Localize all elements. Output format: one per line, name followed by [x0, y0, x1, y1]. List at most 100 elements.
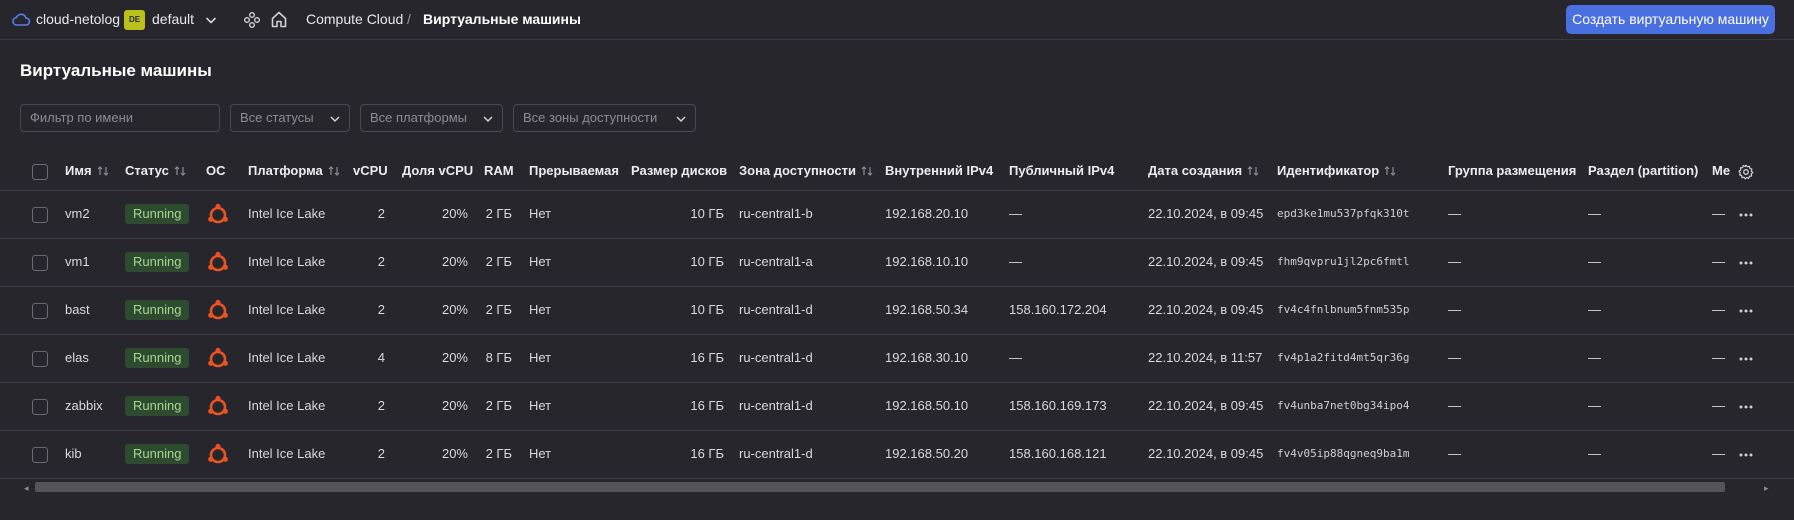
home-icon[interactable]	[270, 10, 288, 29]
row-checkbox[interactable]	[32, 207, 48, 223]
vm-zone: ru-central1-d	[739, 446, 813, 461]
vm-placement-group: —	[1448, 350, 1461, 365]
vm-disk-size: 10 ГБ	[690, 302, 724, 317]
vm-placement-group: —	[1448, 302, 1461, 317]
column-header-zone[interactable]: Зона доступности	[739, 163, 874, 178]
vm-ram: 2 ГБ	[485, 254, 512, 269]
vm-preemptible: Нет	[529, 446, 552, 461]
table-row[interactable]: zabbix Running Intel Ice Lake 2 20% 2 ГБ…	[0, 383, 1794, 431]
ubuntu-icon	[208, 251, 228, 272]
vm-internal-ip: 192.168.30.10	[885, 350, 969, 365]
vm-name[interactable]: bast	[65, 302, 90, 317]
column-header-id[interactable]: Идентификатор	[1277, 163, 1397, 178]
sort-icon[interactable]	[327, 164, 341, 178]
vm-disk-size: 16 ГБ	[690, 350, 724, 365]
name-filter-input[interactable]	[30, 110, 210, 125]
select-all-checkbox[interactable]	[32, 164, 48, 180]
folder-badge: DE	[124, 10, 145, 30]
cloud-icon[interactable]	[11, 11, 31, 29]
more-dots-icon[interactable]	[1738, 260, 1754, 266]
table-row[interactable]: vm2 Running Intel Ice Lake 2 20% 2 ГБ Не…	[0, 191, 1794, 239]
vm-more-col: —	[1712, 446, 1725, 461]
sort-icon[interactable]	[1383, 164, 1397, 178]
ubuntu-icon	[208, 203, 228, 224]
vm-ram: 2 ГБ	[485, 206, 512, 221]
column-header-name[interactable]: Имя	[65, 163, 110, 178]
more-dots-icon[interactable]	[1738, 308, 1754, 314]
more-dots-icon[interactable]	[1738, 404, 1754, 410]
vm-vcpu-share: 20%	[441, 398, 468, 413]
column-header-platform[interactable]: Платформа	[248, 163, 341, 178]
chevron-down-icon[interactable]	[203, 12, 219, 28]
gear-icon[interactable]	[1738, 164, 1754, 180]
vm-disk-size: 10 ГБ	[690, 206, 724, 221]
name-filter[interactable]	[20, 104, 220, 132]
table-row[interactable]: vm1 Running Intel Ice Lake 2 20% 2 ГБ Не…	[0, 239, 1794, 287]
vm-partition: —	[1588, 302, 1601, 317]
status-badge: Running	[125, 252, 190, 272]
status-badge: Running	[125, 300, 190, 320]
row-checkbox[interactable]	[32, 399, 48, 415]
cloud-name[interactable]: cloud-netolog	[36, 11, 120, 27]
status-badge: Running	[125, 444, 190, 464]
vm-vcpu: 2	[377, 254, 385, 269]
vm-internal-ip: 192.168.10.10	[885, 254, 969, 269]
breadcrumb-separator: /	[407, 11, 411, 27]
vm-zone: ru-central1-d	[739, 398, 813, 413]
table-row[interactable]: kib Running Intel Ice Lake 2 20% 2 ГБ Не…	[0, 431, 1794, 479]
vm-zone: ru-central1-b	[739, 206, 813, 221]
vm-platform: Intel Ice Lake	[248, 302, 326, 317]
table-row[interactable]: elas Running Intel Ice Lake 4 20% 8 ГБ Н…	[0, 335, 1794, 383]
scroll-right-icon[interactable]: ▸	[1764, 483, 1769, 494]
row-checkbox[interactable]	[32, 255, 48, 271]
vm-name[interactable]: vm2	[65, 206, 90, 221]
vm-partition: —	[1588, 398, 1601, 413]
vm-vcpu-share: 20%	[441, 206, 468, 221]
vm-internal-ip: 192.168.20.10	[885, 206, 969, 221]
column-header-vcpu-share: Доля vCPU	[402, 163, 474, 178]
vm-internal-ip: 192.168.50.10	[885, 398, 969, 413]
vm-vcpu: 2	[377, 302, 385, 317]
row-checkbox[interactable]	[32, 303, 48, 319]
folder-name[interactable]: default	[152, 11, 194, 27]
create-vm-button[interactable]: Создать виртуальную машину	[1566, 5, 1775, 34]
vm-internal-ip: 192.168.50.20	[885, 446, 969, 461]
vm-disk-size: 16 ГБ	[690, 398, 724, 413]
breadcrumb-current: Виртуальные машины	[423, 11, 581, 27]
vm-ram: 2 ГБ	[485, 398, 512, 413]
column-header-created[interactable]: Дата создания	[1148, 163, 1260, 178]
horizontal-scrollbar-thumb[interactable]	[35, 482, 1725, 492]
sort-icon[interactable]	[96, 164, 110, 178]
column-header-status[interactable]: Статус	[125, 163, 187, 178]
table-row[interactable]: bast Running Intel Ice Lake 2 20% 2 ГБ Н…	[0, 287, 1794, 335]
breadcrumb-compute-cloud[interactable]: Compute Cloud	[306, 11, 403, 27]
vm-name[interactable]: elas	[65, 350, 89, 365]
more-dots-icon[interactable]	[1738, 452, 1754, 458]
more-dots-icon[interactable]	[1738, 212, 1754, 218]
status-filter-select[interactable]: Все статусы	[230, 104, 350, 132]
vm-created: 22.10.2024, в 09:45	[1148, 206, 1264, 221]
services-icon[interactable]	[243, 11, 261, 29]
vm-created: 22.10.2024, в 09:45	[1148, 302, 1264, 317]
row-checkbox[interactable]	[32, 447, 48, 463]
row-checkbox[interactable]	[32, 351, 48, 367]
column-header-public-ip: Публичный IPv4	[1009, 163, 1115, 178]
sort-icon[interactable]	[173, 164, 187, 178]
column-header-os: ОС	[206, 163, 226, 178]
platform-filter-select[interactable]: Все платформы	[360, 104, 503, 132]
zone-filter-value: Все зоны доступности	[523, 110, 658, 125]
scroll-left-icon[interactable]: ◂	[24, 483, 29, 494]
vm-name[interactable]: vm1	[65, 254, 90, 269]
sort-icon[interactable]	[860, 164, 874, 178]
zone-filter-select[interactable]: Все зоны доступности	[513, 104, 696, 132]
vm-ram: 2 ГБ	[485, 446, 512, 461]
sort-icon[interactable]	[1246, 164, 1260, 178]
vm-name[interactable]: zabbix	[65, 398, 103, 413]
more-dots-icon[interactable]	[1738, 356, 1754, 362]
vm-more-col: —	[1712, 302, 1725, 317]
vm-placement-group: —	[1448, 254, 1461, 269]
vm-zone: ru-central1-d	[739, 302, 813, 317]
vm-platform: Intel Ice Lake	[248, 254, 326, 269]
vm-name[interactable]: kib	[65, 446, 82, 461]
vm-id: fv4p1a2fitd4mt5qr36g	[1277, 351, 1410, 364]
